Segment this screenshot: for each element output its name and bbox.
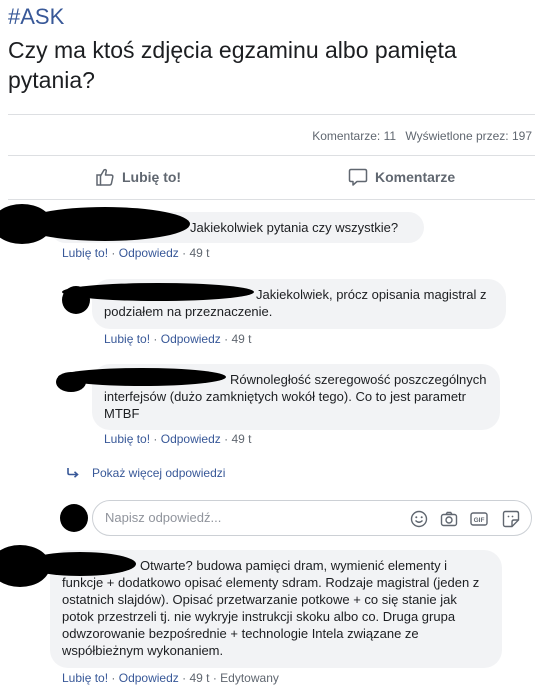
- like-button[interactable]: Lubię to!: [95, 167, 181, 187]
- comment-bubble: Jakiekolwiek pytania czy wszystkie?: [20, 207, 424, 243]
- comment-meta: Lubię to! · Odpowiedz · 49 t: [62, 246, 210, 260]
- redacted-author-name: [62, 283, 254, 301]
- comment-bubble: Otwarte? budowa pamięci dram, wymienić e…: [24, 550, 502, 668]
- comment-time[interactable]: 49 t: [189, 671, 209, 685]
- reply-box: GIF: [92, 500, 532, 536]
- post-text: Czy ma ktoś zdjęcia egzaminu albo pamięt…: [8, 37, 457, 93]
- gif-icon[interactable]: GIF: [469, 509, 489, 529]
- comment-reply-link[interactable]: Odpowiedz: [119, 671, 179, 685]
- comment-like-link[interactable]: Lubię to!: [62, 246, 108, 260]
- camera-icon[interactable]: [439, 509, 459, 529]
- comment-meta: Lubię to! · Odpowiedz · 49 t · Edytowany: [62, 671, 279, 685]
- redacted-author-name: [58, 368, 226, 386]
- show-more-label: Pokaż więcej odpowiedzi: [92, 466, 226, 480]
- redacted-author-name: [24, 552, 136, 576]
- show-more-replies-link[interactable]: Pokaż więcej odpowiedzi: [66, 466, 225, 480]
- comment-bubble: Jakiekolwiek, prócz opisania magistral z…: [62, 279, 506, 329]
- comment-edited[interactable]: Edytowany: [220, 671, 279, 685]
- comment-button[interactable]: Komentarze: [348, 167, 455, 187]
- comment-text: Jakiekolwiek pytania czy wszystkie?: [190, 220, 399, 235]
- like-label: Lubię to!: [122, 169, 182, 185]
- comment-time[interactable]: 49 t: [231, 332, 251, 346]
- comment-icon: [348, 168, 368, 186]
- views-count[interactable]: Wyświetlone przez: 197: [405, 129, 532, 143]
- comment-time[interactable]: 49 t: [231, 432, 251, 446]
- comment-meta: Lubię to! · Odpowiedz · 49 t: [104, 432, 252, 446]
- emoji-icon[interactable]: [409, 509, 429, 529]
- post-stats: Komentarze: 11 Wyświetlone przez: 197: [306, 129, 532, 143]
- divider: [8, 114, 535, 115]
- svg-text:GIF: GIF: [474, 517, 485, 524]
- comment-like-link[interactable]: Lubię to!: [104, 432, 150, 446]
- redacted-author-name: [20, 207, 190, 241]
- comment-like-link[interactable]: Lubię to!: [62, 671, 108, 685]
- comment-text: Otwarte? budowa pamięci dram, wymienić e…: [62, 558, 480, 658]
- comment-reply-link[interactable]: Odpowiedz: [161, 332, 221, 346]
- comment-reply-link[interactable]: Odpowiedz: [161, 432, 221, 446]
- divider: [8, 155, 535, 156]
- divider: [8, 199, 535, 200]
- comment-meta: Lubię to! · Odpowiedz · 49 t: [104, 332, 252, 346]
- sticker-icon[interactable]: [501, 509, 521, 529]
- post-hashtag[interactable]: #ASK: [8, 4, 64, 30]
- comment-reply-link[interactable]: Odpowiedz: [119, 246, 179, 260]
- comment-like-link[interactable]: Lubię to!: [104, 332, 150, 346]
- current-user-avatar: [60, 504, 88, 532]
- comments-count[interactable]: Komentarze: 11: [312, 129, 396, 143]
- comment-time[interactable]: 49 t: [189, 246, 209, 260]
- thumbs-up-icon: [96, 168, 114, 186]
- comment-bubble: Równoległość szeregowość poszczególnych …: [58, 364, 500, 430]
- reply-arrow-icon: [67, 468, 79, 478]
- reply-input[interactable]: [105, 510, 385, 525]
- comment-label: Komentarze: [375, 169, 456, 185]
